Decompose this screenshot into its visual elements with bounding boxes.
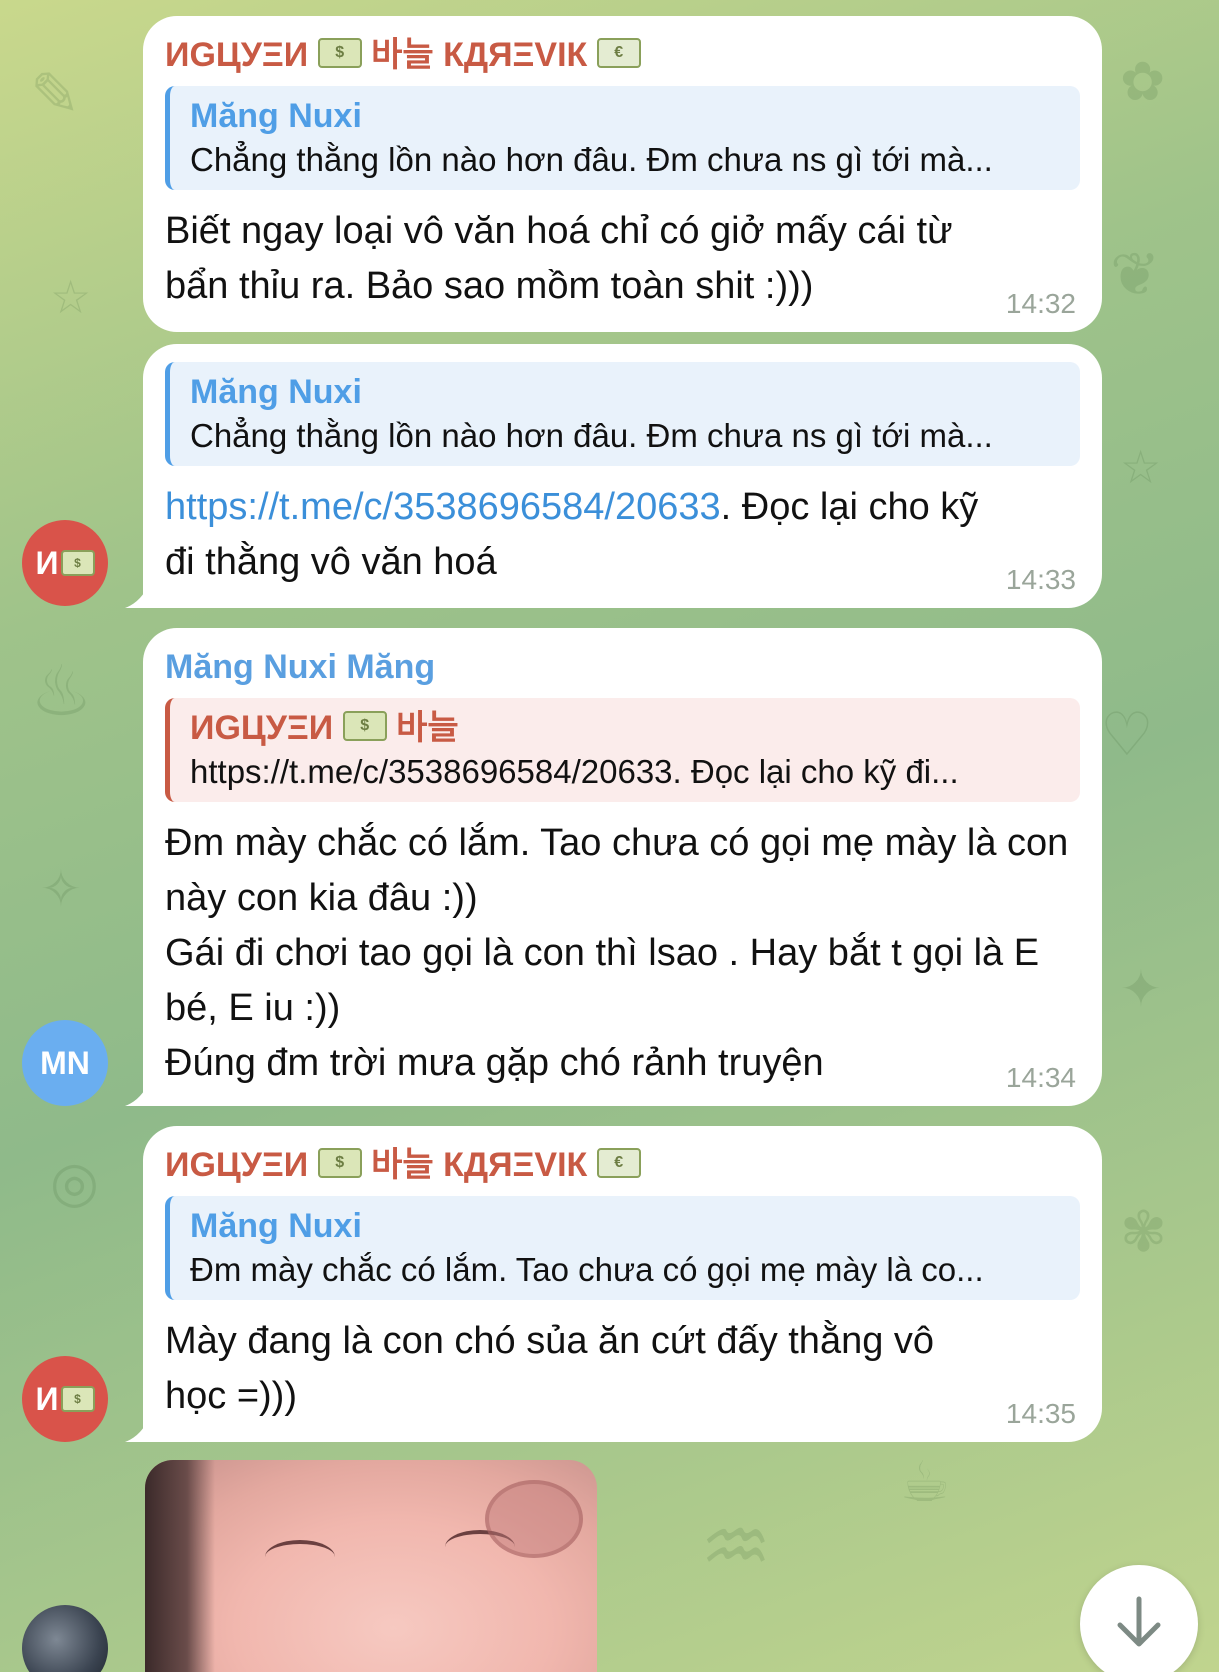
reply-text: Chẳng thằng lồn nào hơn đâu. Đm chưa ns … bbox=[190, 417, 993, 454]
avatar[interactable] bbox=[22, 1605, 108, 1672]
message-bubble[interactable]: Măng Nuxi Chẳng thằng lồn nào hơn đâu. Đ… bbox=[125, 344, 1102, 608]
money-bag-icon: $ bbox=[60, 1386, 95, 1412]
doodle-balloon-icon: ♨ bbox=[30, 650, 93, 732]
reply-text: https://t.me/c/3538696584/20633. Đọc lại… bbox=[190, 753, 959, 790]
doodle-star-icon: ☆ bbox=[1120, 440, 1162, 494]
message-link[interactable]: https://t.me/c/3538696584/20633 bbox=[165, 486, 721, 528]
money-bag-icon: $ bbox=[317, 38, 362, 69]
doodle-pencil-icon: ✎ bbox=[30, 60, 81, 130]
sender-name[interactable]: ИGЦУΞИ $ 바늘 КДЯΞVIК € bbox=[165, 1144, 1080, 1186]
euro-banknote-icon: € bbox=[596, 38, 641, 69]
message-text: Biết ngay loại vô văn hoá chỉ có giở mấy… bbox=[165, 210, 953, 307]
doodle-fish-icon: ✧ bbox=[40, 860, 82, 918]
reply-author-text: ИGЦУΞИ bbox=[190, 709, 334, 747]
sender-name-tail: 바늘 КДЯΞVIК bbox=[371, 1146, 588, 1184]
reply-quote[interactable]: Măng Nuxi Chẳng thằng lồn nào hơn đâu. Đ… bbox=[165, 86, 1080, 190]
bubble-tail bbox=[125, 584, 149, 608]
avatar-initials: MN bbox=[40, 1044, 90, 1081]
message-bubble[interactable]: Măng Nuxi Măng ИGЦУΞИ $ 바늘 https://t.me/… bbox=[125, 628, 1102, 1106]
doodle-leaf-icon: ❦ bbox=[1110, 240, 1161, 310]
message-bubble[interactable]: ИGЦУΞИ $ 바늘 КДЯΞVIК € Măng Nuxi Đm mày c… bbox=[125, 1126, 1102, 1442]
photo-hair bbox=[145, 1460, 215, 1672]
doodle-sparkle-icon: ✦ bbox=[1120, 960, 1162, 1018]
avatar[interactable]: MN bbox=[22, 1020, 108, 1106]
reply-author: ИGЦУΞИ $ 바늘 bbox=[190, 706, 1062, 750]
reply-quote[interactable]: Măng Nuxi Chẳng thằng lồn nào hơn đâu. Đ… bbox=[165, 362, 1080, 466]
message-line: Đúng đm trời mưa gặp chó rảnh truyện bbox=[165, 1042, 824, 1084]
doodle-heart-icon: ♡ bbox=[1100, 700, 1154, 770]
sender-name[interactable]: ИGЦУΞИ $ 바늘 КДЯΞVIК € bbox=[165, 34, 1080, 76]
doodle-cup-icon: ☕ bbox=[900, 1450, 951, 1515]
doodle-lollipop-icon: ◎ bbox=[50, 1150, 99, 1215]
avatar-initial: И bbox=[35, 544, 59, 581]
reply-quote[interactable]: Măng Nuxi Đm mày chắc có lắm. Tao chưa c… bbox=[165, 1196, 1080, 1300]
message-time: 14:34 bbox=[1005, 1062, 1076, 1093]
photo-message[interactable] bbox=[145, 1460, 597, 1672]
message-time: 14:33 bbox=[1005, 564, 1076, 595]
reply-text: Chẳng thằng lồn nào hơn đâu. Đm chưa ns … bbox=[190, 141, 993, 178]
reply-text: Đm mày chắc có lắm. Tao chưa có gọi mẹ m… bbox=[190, 1251, 984, 1288]
reply-author: Măng Nuxi bbox=[190, 1207, 362, 1245]
message-line: Gái đi chơi tao gọi là con thì lsao . Ha… bbox=[165, 932, 1040, 1029]
reply-author: Măng Nuxi bbox=[190, 373, 362, 411]
message-text: Đm mày chắc có lắm. Tao chưa có gọi mẹ m… bbox=[165, 816, 1080, 1091]
bubble-tail bbox=[125, 1418, 149, 1442]
message-time: 14:35 bbox=[1005, 1398, 1076, 1429]
chat-background: ✎ ✿ ❦ ☆ ☆ ♨ ♡ ✧ ✦ ◎ ✾ ♒ ☕ ИGЦУΞИ $ 바늘 КД… bbox=[0, 0, 1219, 1672]
message-text: Mày đang là con chó sủa ăn cứt đấy thằng… bbox=[165, 1320, 935, 1417]
bubble-tail bbox=[125, 1082, 149, 1106]
reply-author-tail: 바늘 bbox=[396, 709, 459, 747]
message-line: Đm mày chắc có lắm. Tao chưa có gọi mẹ m… bbox=[165, 822, 1069, 919]
doodle-star-icon: ☆ bbox=[50, 270, 92, 324]
doodle-paw-icon: ✿ bbox=[1120, 50, 1166, 113]
message-time: 14:32 bbox=[1005, 288, 1076, 319]
message-bubble[interactable]: ИGЦУΞИ $ 바늘 КДЯΞVIК € Măng Nuxi Chẳng th… bbox=[143, 16, 1102, 332]
photo-cheek bbox=[485, 1480, 583, 1558]
sender-name-text: ИGЦУΞИ bbox=[165, 1146, 309, 1184]
money-bag-icon: $ bbox=[60, 550, 95, 576]
euro-banknote-icon: € bbox=[596, 1148, 641, 1179]
money-bag-icon: $ bbox=[342, 711, 387, 742]
avatar[interactable]: И $ bbox=[22, 520, 108, 606]
doodle-whale-icon: ♒ bbox=[700, 1500, 772, 1593]
photo-eye bbox=[265, 1540, 335, 1574]
reply-author: Măng Nuxi bbox=[190, 97, 362, 135]
sender-name-text: ИGЦУΞИ bbox=[165, 36, 309, 74]
message-text: https://t.me/c/3538696584/20633. Đọc lại… bbox=[165, 480, 1080, 590]
money-bag-icon: $ bbox=[317, 1148, 362, 1179]
arrow-down-icon bbox=[1117, 1596, 1161, 1647]
avatar[interactable]: И $ bbox=[22, 1356, 108, 1442]
avatar-initial: И bbox=[35, 1380, 59, 1417]
doodle-flower-icon: ✾ bbox=[1120, 1200, 1167, 1265]
sender-name[interactable]: Măng Nuxi Măng bbox=[165, 646, 1080, 688]
sender-name-tail: 바늘 КДЯΞVIК bbox=[371, 36, 588, 74]
reply-quote[interactable]: ИGЦУΞИ $ 바늘 https://t.me/c/3538696584/20… bbox=[165, 698, 1080, 802]
scroll-down-button[interactable] bbox=[1080, 1565, 1198, 1672]
